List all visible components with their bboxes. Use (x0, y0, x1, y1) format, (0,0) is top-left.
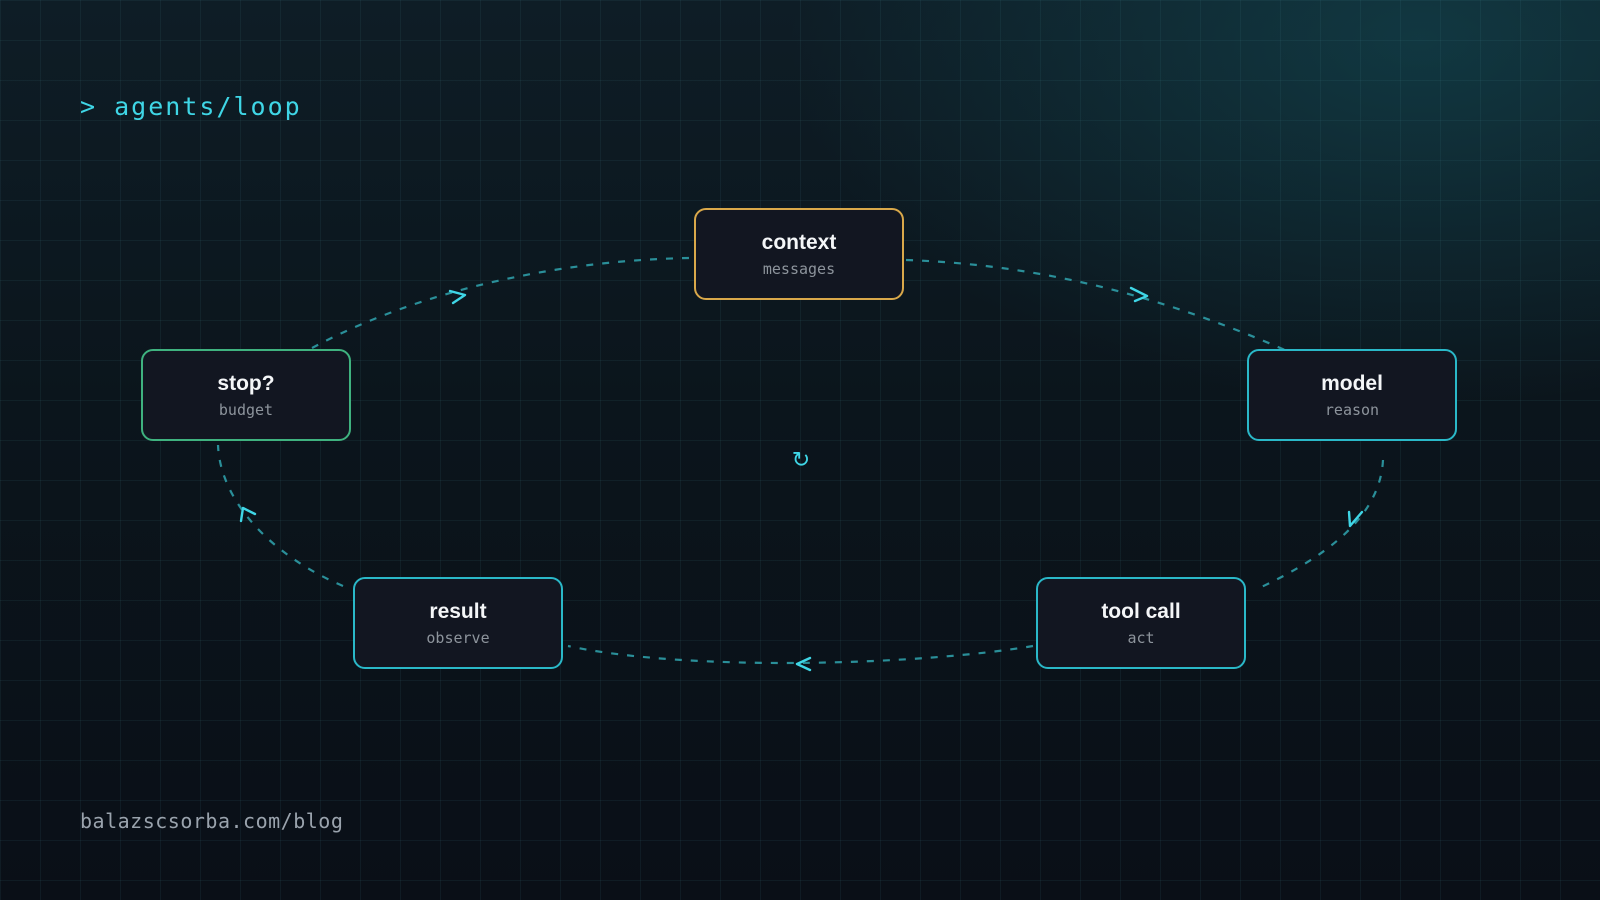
arrow-tool-call-to-result (795, 656, 812, 672)
node-result: result observe (353, 577, 563, 669)
node-subtitle: budget (218, 400, 274, 419)
node-tool-call: tool call act (1036, 577, 1246, 669)
edge-tool-call-to-result (567, 644, 1034, 665)
node-subtitle: reason (1324, 400, 1380, 419)
node-title: tool call (1101, 599, 1181, 623)
edge-stop-to-context (311, 256, 691, 349)
node-title: context (761, 230, 837, 254)
node-title: model (1321, 371, 1383, 395)
page-title: > agents/loop (80, 92, 302, 121)
node-title: result (429, 599, 487, 623)
edge-result-to-stop (216, 444, 344, 588)
edge-context-to-model (905, 258, 1286, 352)
footer-url: balazscsorba.com/blog (80, 809, 344, 833)
node-stop: stop? budget (141, 349, 351, 441)
loop-icon: ↻ (791, 448, 811, 473)
node-subtitle: observe (426, 628, 490, 647)
edge-model-to-tool-call (1254, 459, 1385, 591)
node-subtitle: act (1127, 628, 1155, 647)
node-model: model reason (1247, 349, 1457, 441)
arrow-stop-to-context (448, 289, 467, 305)
node-subtitle: messages (762, 259, 836, 278)
node-title: stop? (217, 371, 275, 395)
node-context: context messages (694, 208, 904, 300)
